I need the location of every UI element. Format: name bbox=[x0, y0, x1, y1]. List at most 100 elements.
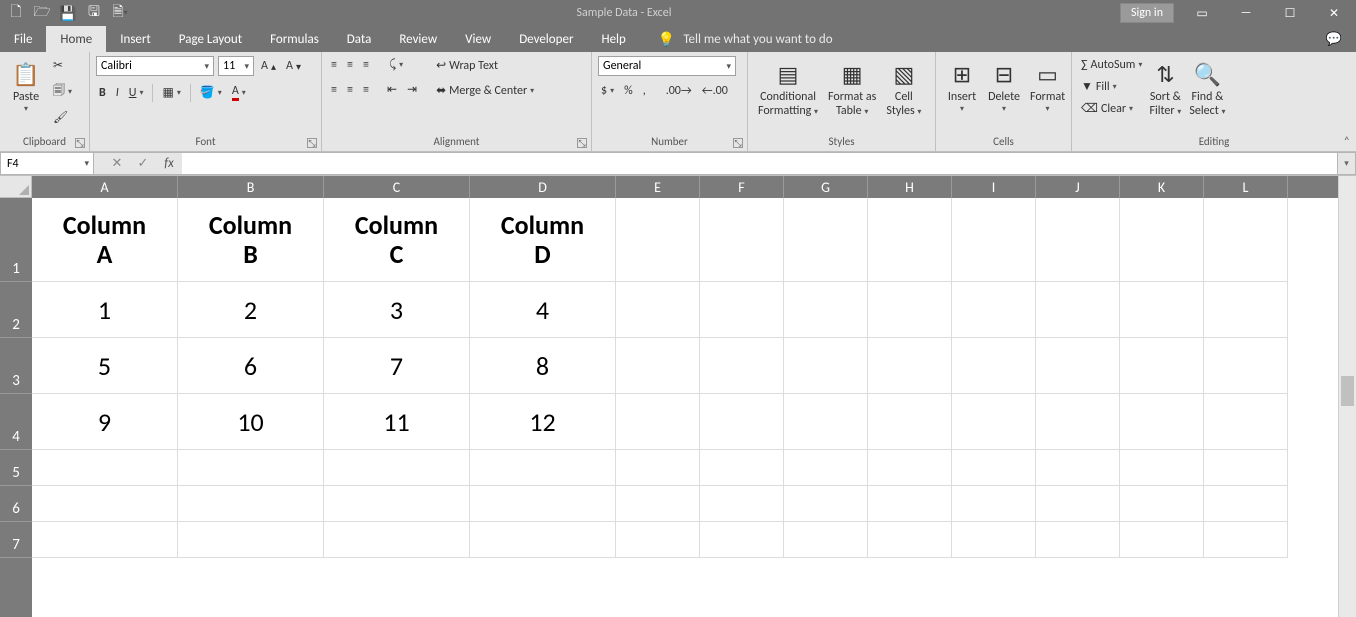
cell[interactable] bbox=[784, 282, 868, 338]
align-bottom-icon[interactable]: ≡ bbox=[360, 56, 372, 74]
cell[interactable]: ColumnC bbox=[324, 198, 470, 282]
cell[interactable] bbox=[1036, 486, 1120, 522]
scrollbar-thumb[interactable] bbox=[1341, 376, 1354, 406]
column-header[interactable]: C bbox=[324, 176, 470, 198]
find-select-button[interactable]: 🔍Find &Select ▾ bbox=[1185, 56, 1229, 120]
align-middle-icon[interactable]: ≡ bbox=[344, 56, 356, 74]
expand-formula-bar-icon[interactable]: ▾ bbox=[1338, 152, 1356, 175]
conditional-formatting-button[interactable]: ▤ConditionalFormatting ▾ bbox=[754, 56, 822, 120]
cell[interactable] bbox=[32, 450, 178, 486]
row-header[interactable]: 5 bbox=[0, 450, 32, 486]
cell[interactable] bbox=[1120, 450, 1204, 486]
font-size-select[interactable]: 11▾ bbox=[218, 56, 254, 76]
cell[interactable] bbox=[1036, 282, 1120, 338]
cell[interactable]: 9 bbox=[32, 394, 178, 450]
cell[interactable] bbox=[952, 486, 1036, 522]
decrease-font-icon[interactable]: A▾ bbox=[283, 57, 304, 75]
align-left-icon[interactable]: ≡ bbox=[328, 81, 340, 99]
cancel-formula-icon[interactable]: ✕ bbox=[104, 156, 130, 171]
cell[interactable]: 7 bbox=[324, 338, 470, 394]
cell[interactable] bbox=[178, 486, 324, 522]
cell[interactable] bbox=[952, 338, 1036, 394]
cell[interactable] bbox=[700, 450, 784, 486]
cell[interactable] bbox=[784, 522, 868, 558]
select-all-corner[interactable] bbox=[0, 176, 32, 198]
cell[interactable] bbox=[1120, 486, 1204, 522]
cell[interactable] bbox=[178, 450, 324, 486]
format-painter-button[interactable]: 🖌 bbox=[50, 108, 75, 127]
tab-file[interactable]: File bbox=[0, 26, 46, 52]
accounting-format-button[interactable]: $▾ bbox=[598, 82, 617, 100]
sort-filter-button[interactable]: ⇅Sort &Filter ▾ bbox=[1145, 56, 1185, 120]
cell[interactable] bbox=[1204, 338, 1288, 394]
cell[interactable] bbox=[1036, 394, 1120, 450]
cell[interactable] bbox=[324, 450, 470, 486]
increase-indent-icon[interactable]: ⇥ bbox=[404, 80, 420, 99]
cell[interactable]: 1 bbox=[32, 282, 178, 338]
formula-input[interactable] bbox=[182, 152, 1338, 175]
cell[interactable]: 5 bbox=[32, 338, 178, 394]
row-header[interactable]: 1 bbox=[0, 198, 32, 282]
dialog-launcher-icon[interactable]: ⤡ bbox=[577, 138, 587, 148]
borders-button[interactable]: ▦▾ bbox=[159, 83, 183, 102]
cell[interactable] bbox=[700, 394, 784, 450]
cell[interactable]: ColumnD bbox=[470, 198, 616, 282]
cell[interactable] bbox=[784, 486, 868, 522]
cell[interactable] bbox=[616, 198, 700, 282]
cell[interactable]: 10 bbox=[178, 394, 324, 450]
cell[interactable] bbox=[324, 486, 470, 522]
new-file-icon[interactable]: 🗋 bbox=[8, 5, 24, 21]
cell[interactable]: 8 bbox=[470, 338, 616, 394]
cell[interactable]: 4 bbox=[470, 282, 616, 338]
cell[interactable]: 11 bbox=[324, 394, 470, 450]
font-name-select[interactable]: Calibri▾ bbox=[96, 56, 214, 76]
cell[interactable] bbox=[1204, 486, 1288, 522]
cell[interactable] bbox=[952, 522, 1036, 558]
number-format-select[interactable]: General▾ bbox=[598, 56, 736, 76]
column-header[interactable]: G bbox=[784, 176, 868, 198]
cell[interactable] bbox=[1036, 198, 1120, 282]
row-header[interactable]: 2 bbox=[0, 282, 32, 338]
increase-font-icon[interactable]: A▴ bbox=[258, 57, 279, 75]
fill-color-button[interactable]: 🪣▾ bbox=[197, 83, 225, 102]
fill-button[interactable]: ▼Fill▾ bbox=[1078, 77, 1145, 96]
cell[interactable] bbox=[32, 522, 178, 558]
delete-cells-button[interactable]: ⊟Delete▾ bbox=[984, 56, 1024, 116]
cell[interactable]: ColumnB bbox=[178, 198, 324, 282]
cell[interactable] bbox=[1204, 198, 1288, 282]
cell[interactable] bbox=[324, 522, 470, 558]
cell[interactable]: 12 bbox=[470, 394, 616, 450]
collapse-ribbon-icon[interactable]: ˄ bbox=[1344, 135, 1350, 149]
cell[interactable] bbox=[616, 450, 700, 486]
cell[interactable] bbox=[952, 282, 1036, 338]
cell[interactable] bbox=[1204, 522, 1288, 558]
vertical-scrollbar[interactable] bbox=[1338, 176, 1356, 617]
tab-home[interactable]: Home bbox=[46, 26, 106, 52]
cell[interactable] bbox=[784, 394, 868, 450]
decrease-indent-icon[interactable]: ⇤ bbox=[384, 80, 400, 99]
close-icon[interactable]: ✕ bbox=[1312, 0, 1356, 26]
save-icon[interactable]: 💾 bbox=[60, 5, 76, 21]
cell[interactable] bbox=[1120, 394, 1204, 450]
dialog-launcher-icon[interactable]: ⤡ bbox=[307, 138, 317, 148]
cell[interactable] bbox=[178, 522, 324, 558]
orientation-button[interactable]: ⤹▾ bbox=[386, 56, 406, 74]
sign-in-button[interactable]: Sign in bbox=[1120, 3, 1174, 23]
underline-button[interactable]: U▾ bbox=[126, 84, 147, 102]
tab-help[interactable]: Help bbox=[587, 26, 639, 52]
cell[interactable] bbox=[784, 450, 868, 486]
column-header[interactable]: J bbox=[1036, 176, 1120, 198]
save-send-icon[interactable]: 🖫 bbox=[86, 5, 102, 21]
cell[interactable] bbox=[952, 450, 1036, 486]
cell[interactable] bbox=[1120, 198, 1204, 282]
cell[interactable] bbox=[32, 486, 178, 522]
enter-formula-icon[interactable]: ✓ bbox=[130, 156, 156, 171]
cell[interactable] bbox=[868, 338, 952, 394]
column-header[interactable]: I bbox=[952, 176, 1036, 198]
tab-page-layout[interactable]: Page Layout bbox=[165, 26, 256, 52]
cell[interactable] bbox=[868, 198, 952, 282]
row-header[interactable]: 3 bbox=[0, 338, 32, 394]
maximize-icon[interactable]: ☐ bbox=[1268, 0, 1312, 26]
cell[interactable] bbox=[868, 486, 952, 522]
cell-styles-button[interactable]: ▧CellStyles ▾ bbox=[882, 56, 925, 120]
